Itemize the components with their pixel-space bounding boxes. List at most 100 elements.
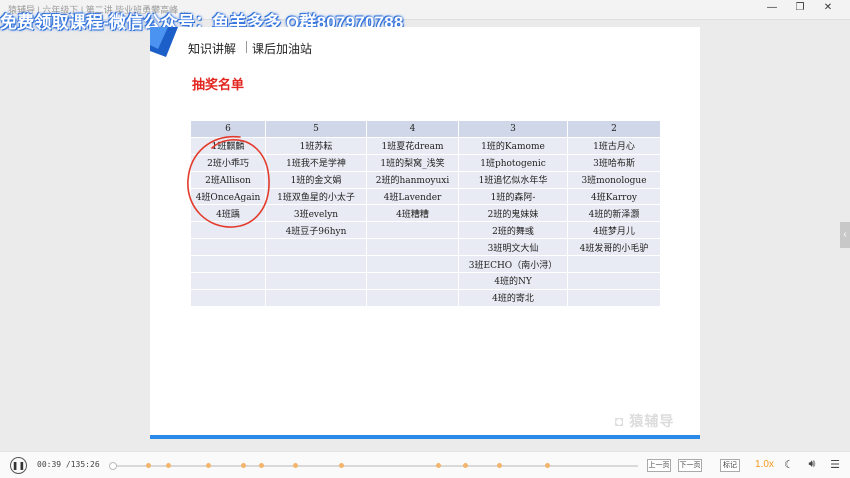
course-logo-icon — [150, 27, 178, 57]
progress-knob[interactable] — [108, 462, 117, 470]
table-cell: 4班OnceAgain — [190, 187, 266, 206]
lesson-slide: 知识讲解 课后加油站 抽奖名单 6 5 4 3 2 1班麒麟 1班苏耘 1班夏花dr… — [150, 27, 700, 439]
tab-divider — [246, 41, 247, 53]
table-row: 4班的寄北 — [190, 288, 661, 307]
menu-icon[interactable]: ☰ — [828, 458, 842, 471]
chapter-marker[interactable] — [436, 463, 441, 468]
table-cell: 2班小乖巧 — [190, 153, 266, 172]
time-display: 00:39 /135:26 — [37, 460, 100, 469]
table-cell: 1班麒麟 — [190, 136, 266, 155]
table-cell: 2班的hanmoyuxi — [366, 170, 459, 189]
table-cell — [190, 255, 266, 274]
chapter-marker[interactable] — [146, 463, 151, 468]
chapter-marker[interactable] — [241, 463, 246, 468]
page-title: 抽奖名单 — [192, 77, 245, 92]
table-row: 4班豆子96hyn 2班的舞彧 4班梦月儿 — [190, 221, 661, 240]
slide-footer-bar — [150, 435, 700, 439]
table-cell: 1班古月心 — [567, 136, 661, 155]
table-cell: 4班豆子96hyn — [265, 221, 367, 240]
progress-track[interactable] — [110, 465, 638, 467]
total-time: 135:26 — [70, 460, 100, 469]
next-page-button[interactable]: 下一页 — [678, 459, 702, 472]
table-cell: 4班的寄北 — [458, 288, 568, 307]
chapter-marker[interactable] — [339, 463, 344, 468]
table-row: 3班ECHO（南小浔） — [190, 255, 661, 274]
chapter-marker[interactable] — [293, 463, 298, 468]
table-row: 1班麒麟 1班苏耘 1班夏花dream 1班的Kamome 1班古月心 — [190, 136, 661, 155]
table-cell: 3班明文大仙 — [458, 238, 568, 257]
table-cell: 1班photogenic — [458, 153, 568, 172]
table-cell — [265, 238, 367, 257]
table-cell: 4班糟糟 — [366, 204, 459, 223]
table-cell — [366, 288, 459, 307]
table-row: 4班OnceAgain 1班双鱼星的小太子 4班Lavender 1班的森阿- 4班Ka… — [190, 187, 661, 206]
table-body: 1班麒麟 1班苏耘 1班夏花dream 1班的Kamome 1班古月心 2班小乖巧 1班我不… — [190, 136, 661, 307]
table-row: 2班小乖巧 1班我不是学神 1班的梨窝_浅笑 1班photogenic 3班哈布斯 — [190, 153, 661, 172]
chapter-marker[interactable] — [206, 463, 211, 468]
brand-watermark-text: 猿辅导 — [629, 413, 675, 429]
table-cell: 3班evelyn — [265, 204, 367, 223]
close-button[interactable]: ✕ — [818, 2, 838, 13]
table-cell — [265, 272, 367, 290]
table-cell — [190, 221, 266, 240]
table-cell — [366, 272, 459, 290]
table-cell: 1班的森阿- — [458, 187, 568, 206]
chapter-marker[interactable] — [545, 463, 550, 468]
table-row: 4班踽 3班evelyn 4班糟糟 2班的鬼妹妹 4班的新泽灏 — [190, 204, 661, 223]
table-cell — [366, 221, 459, 240]
maximize-button[interactable]: ❐ — [790, 2, 810, 13]
table-cell: 2班Allison — [190, 170, 266, 189]
brand-logo-icon: ◘ — [615, 413, 625, 429]
table-cell: 3班monologue — [567, 170, 661, 189]
bookmark-button[interactable]: 标记 — [720, 459, 740, 472]
table-cell: 4班的NY — [458, 272, 568, 290]
table-cell: 4班踽 — [190, 204, 266, 223]
chapter-marker[interactable] — [259, 463, 264, 468]
table-cell: 1班的金文娟 — [265, 170, 367, 189]
table-cell: 1班的梨窝_浅笑 — [366, 153, 459, 172]
volume-icon[interactable]: 🔊︎ — [805, 458, 819, 471]
table-cell: 3班哈布斯 — [567, 153, 661, 172]
table-cell — [366, 255, 459, 274]
current-time: 00:39 — [37, 460, 62, 469]
table-cell: 4班Karroy — [567, 187, 661, 206]
tab-homework[interactable]: 课后加油站 — [252, 40, 312, 57]
lottery-table: 6 5 4 3 2 1班麒麟 1班苏耘 1班夏花dream 1班的Kamome 1班古月… — [190, 120, 661, 307]
pause-icon[interactable]: ❚❚ — [10, 457, 27, 474]
chapter-marker[interactable] — [497, 463, 502, 468]
side-panel-arrow-icon[interactable]: ‹ — [840, 222, 850, 248]
table-cell: 4班发哥的小毛驴 — [567, 238, 661, 257]
table-cell: 4班的新泽灏 — [567, 204, 661, 223]
table-cell: 3班ECHO（南小浔） — [458, 255, 568, 274]
table-cell: 2班的舞彧 — [458, 221, 568, 240]
table-header: 6 — [190, 120, 266, 138]
table-header: 4 — [366, 120, 459, 138]
table-cell — [567, 272, 661, 290]
table-cell — [190, 288, 266, 307]
night-mode-icon[interactable]: ☾ — [782, 458, 796, 471]
table-cell — [190, 238, 266, 257]
minimize-button[interactable]: — — [762, 2, 782, 13]
player-controls: ❚❚ 00:39 /135:26 上一页 下一页 标记 1.0x ☾ 🔊︎ ☰ — [0, 451, 850, 478]
tab-knowledge[interactable]: 知识讲解 — [188, 40, 236, 57]
table-row: 2班Allison 1班的金文娟 2班的hanmoyuxi 1班追忆似水年华 3班mon… — [190, 170, 661, 189]
table-cell: 1班双鱼星的小太子 — [265, 187, 367, 206]
table-cell — [265, 255, 367, 274]
table-cell: 1班的Kamome — [458, 136, 568, 155]
table-cell: 4班Lavender — [366, 187, 459, 206]
table-cell: 1班我不是学神 — [265, 153, 367, 172]
table-cell — [265, 288, 367, 307]
prev-page-button[interactable]: 上一页 — [647, 459, 671, 472]
table-cell: 1班夏花dream — [366, 136, 459, 155]
table-header-row: 6 5 4 3 2 — [190, 120, 661, 138]
table-cell — [567, 288, 661, 307]
speed-button[interactable]: 1.0x — [755, 459, 774, 470]
chapter-marker[interactable] — [166, 463, 171, 468]
table-header: 3 — [458, 120, 568, 138]
chapter-marker[interactable] — [463, 463, 468, 468]
table-cell — [190, 272, 266, 290]
brand-watermark: ◘ 猿辅导 — [615, 411, 674, 431]
table-cell: 4班梦月儿 — [567, 221, 661, 240]
table-header: 2 — [567, 120, 661, 138]
table-row: 4班的NY — [190, 272, 661, 290]
